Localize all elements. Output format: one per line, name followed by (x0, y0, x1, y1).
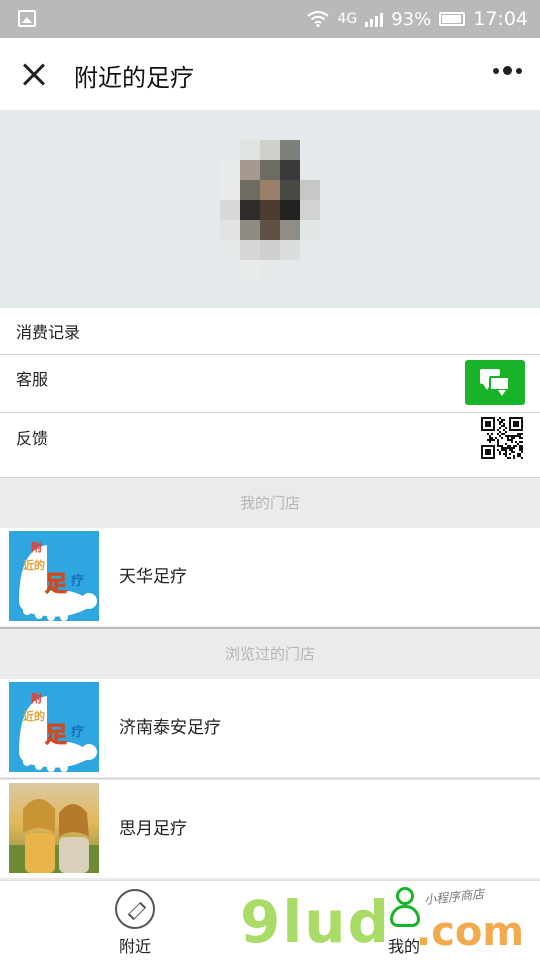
store-name: 济南泰安足疗 (119, 718, 221, 738)
logo-text: 近的 (23, 558, 45, 572)
store-item[interactable]: 附 近的 足 疗 济南泰安足疗 (0, 679, 540, 777)
logo-text: 附 (31, 691, 42, 705)
divider (0, 778, 540, 779)
person-icon (388, 887, 422, 927)
gallery-notification-icon (18, 10, 36, 27)
tab-mine[interactable]: 我的 (344, 881, 464, 960)
page-title: 附近的足疗 (74, 64, 194, 92)
logo-text: 足 (45, 572, 67, 597)
network-type: 4G (337, 11, 358, 27)
store-photo (9, 783, 99, 873)
store-name: 天华足疗 (119, 567, 187, 587)
chat-button[interactable] (465, 360, 525, 405)
tab-mine-label: 我的 (387, 937, 420, 956)
logo-text: 疗 (71, 724, 84, 740)
compass-icon (115, 889, 155, 929)
menu-item-feedback[interactable]: 反馈 (0, 413, 540, 477)
signal-icon (365, 11, 384, 27)
store-name: 思月足疗 (119, 819, 187, 839)
battery-percent: 93% (391, 8, 432, 30)
logo-text: 近的 (23, 709, 45, 723)
tab-nearby[interactable]: 附近 (75, 881, 195, 960)
section-header-my-stores: 我的门店 (0, 478, 540, 528)
menu-item-records-label: 消费记录 (16, 323, 81, 342)
section-header-browsed-stores: 浏览过的门店 (0, 629, 540, 679)
status-bar-right: 4G 93% 17:04 (307, 0, 528, 38)
status-bar: 4G 93% 17:04 (0, 0, 540, 38)
menu-item-service[interactable]: 客服 (0, 355, 540, 412)
qr-code-icon[interactable] (481, 417, 523, 459)
wifi-icon (307, 11, 330, 27)
store-logo: 附 近的 足 疗 (9, 682, 99, 772)
menu-item-feedback-label: 反馈 (16, 429, 49, 448)
store-logo: 附 近的 足 疗 (9, 531, 99, 621)
avatar[interactable] (220, 140, 320, 290)
nav-bar: 附近的足疗 (0, 38, 540, 110)
profile-header (0, 110, 540, 308)
clock: 17:04 (473, 8, 528, 30)
tab-bar: 附近 我的 (0, 880, 540, 960)
store-item[interactable]: 附 近的 足 疗 天华足疗 (0, 528, 540, 626)
logo-text: 疗 (71, 573, 84, 589)
more-icon[interactable] (493, 66, 522, 75)
logo-text: 足 (45, 723, 67, 748)
menu-item-service-label: 客服 (16, 370, 49, 389)
logo-text: 附 (31, 540, 42, 554)
menu-item-records[interactable]: 消费记录 (0, 308, 540, 354)
battery-icon (439, 12, 466, 26)
close-icon[interactable] (18, 58, 50, 90)
store-item[interactable]: 思月足疗 (0, 780, 540, 878)
tab-nearby-label: 附近 (118, 937, 151, 956)
